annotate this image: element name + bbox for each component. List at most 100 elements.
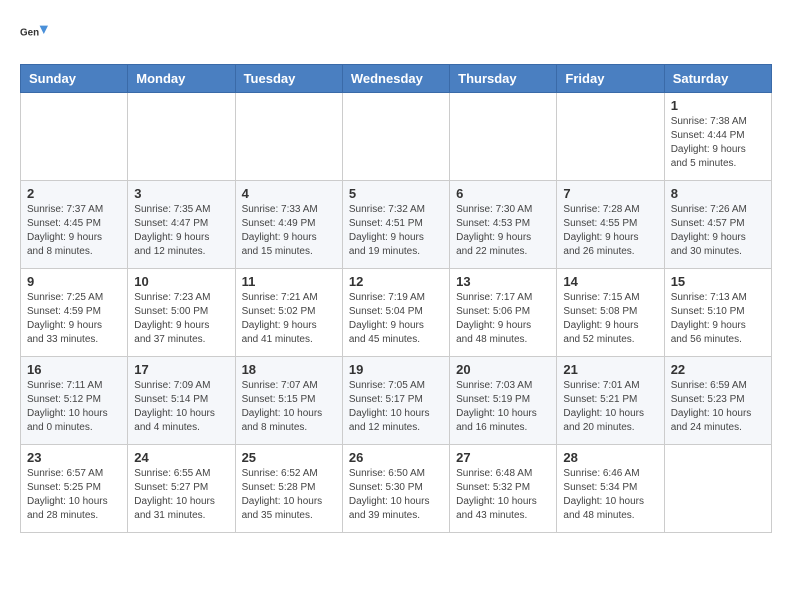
- day-number: 3: [134, 186, 228, 201]
- weekday-header-row: SundayMondayTuesdayWednesdayThursdayFrid…: [21, 65, 772, 93]
- calendar-day-cell: 2 Sunrise: 7:37 AM Sunset: 4:45 PM Daylig…: [21, 181, 128, 269]
- calendar-day-cell: 5 Sunrise: 7:32 AM Sunset: 4:51 PM Daylig…: [342, 181, 449, 269]
- logo: Gen: [20, 20, 52, 48]
- day-number: 26: [349, 450, 443, 465]
- calendar-day-cell: 7Sunrise: 7:28 AM Sunset: 4:55 PM Daylig…: [557, 181, 664, 269]
- calendar-week-row: 1 Sunrise: 7:38 AM Sunset: 4:44 PM Daylig…: [21, 93, 772, 181]
- day-info: Sunrise: 7:37 AM Sunset: 4:45 PM Dayligh…: [27, 203, 121, 259]
- day-number: 17: [134, 362, 228, 377]
- calendar-empty-cell: [664, 445, 771, 533]
- day-number: 28: [563, 450, 657, 465]
- calendar-day-cell: 21 Sunrise: 7:01 AM Sunset: 5:21 PM Dayli…: [557, 357, 664, 445]
- day-number: 13: [456, 274, 550, 289]
- calendar-week-row: 23 Sunrise: 6:57 AM Sunset: 5:25 PM Dayli…: [21, 445, 772, 533]
- calendar-day-cell: 9 Sunrise: 7:25 AM Sunset: 4:59 PM Daylig…: [21, 269, 128, 357]
- calendar-day-cell: 11 Sunrise: 7:21 AM Sunset: 5:02 PM Dayli…: [235, 269, 342, 357]
- day-number: 5: [349, 186, 443, 201]
- weekday-header-thursday: Thursday: [450, 65, 557, 93]
- calendar-day-cell: 17 Sunrise: 7:09 AM Sunset: 5:14 PM Dayli…: [128, 357, 235, 445]
- day-number: 9: [27, 274, 121, 289]
- day-info: Sunrise: 6:50 AM Sunset: 5:30 PM Dayligh…: [349, 467, 443, 523]
- day-info: Sunrise: 7:17 AM Sunset: 5:06 PM Dayligh…: [456, 291, 550, 347]
- day-info: Sunrise: 7:26 AM Sunset: 4:57 PM Dayligh…: [671, 203, 765, 259]
- calendar-day-cell: 8 Sunrise: 7:26 AM Sunset: 4:57 PM Daylig…: [664, 181, 771, 269]
- day-info: Sunrise: 7:05 AM Sunset: 5:17 PM Dayligh…: [349, 379, 443, 435]
- calendar-day-cell: 12 Sunrise: 7:19 AM Sunset: 5:04 PM Dayli…: [342, 269, 449, 357]
- calendar-empty-cell: [557, 93, 664, 181]
- day-number: 10: [134, 274, 228, 289]
- day-number: 18: [242, 362, 336, 377]
- logo-icon: Gen: [20, 20, 48, 48]
- calendar-day-cell: 4Sunrise: 7:33 AM Sunset: 4:49 PM Daylig…: [235, 181, 342, 269]
- day-number: 11: [242, 274, 336, 289]
- day-info: Sunrise: 6:48 AM Sunset: 5:32 PM Dayligh…: [456, 467, 550, 523]
- calendar-day-cell: 25 Sunrise: 6:52 AM Sunset: 5:28 PM Dayli…: [235, 445, 342, 533]
- day-number: 24: [134, 450, 228, 465]
- day-number: 6: [456, 186, 550, 201]
- weekday-header-monday: Monday: [128, 65, 235, 93]
- day-info: Sunrise: 7:15 AM Sunset: 5:08 PM Dayligh…: [563, 291, 657, 347]
- day-number: 15: [671, 274, 765, 289]
- day-number: 1: [671, 98, 765, 113]
- day-info: Sunrise: 6:52 AM Sunset: 5:28 PM Dayligh…: [242, 467, 336, 523]
- day-info: Sunrise: 7:13 AM Sunset: 5:10 PM Dayligh…: [671, 291, 765, 347]
- calendar-empty-cell: [450, 93, 557, 181]
- calendar-day-cell: 23 Sunrise: 6:57 AM Sunset: 5:25 PM Dayli…: [21, 445, 128, 533]
- calendar-empty-cell: [235, 93, 342, 181]
- day-info: Sunrise: 7:11 AM Sunset: 5:12 PM Dayligh…: [27, 379, 121, 435]
- calendar-week-row: 9 Sunrise: 7:25 AM Sunset: 4:59 PM Daylig…: [21, 269, 772, 357]
- calendar-day-cell: 19Sunrise: 7:05 AM Sunset: 5:17 PM Dayli…: [342, 357, 449, 445]
- calendar-empty-cell: [342, 93, 449, 181]
- calendar-day-cell: 3Sunrise: 7:35 AM Sunset: 4:47 PM Daylig…: [128, 181, 235, 269]
- page-header: Gen: [20, 20, 772, 48]
- calendar-day-cell: 13 Sunrise: 7:17 AM Sunset: 5:06 PM Dayli…: [450, 269, 557, 357]
- calendar-day-cell: 10 Sunrise: 7:23 AM Sunset: 5:00 PM Dayli…: [128, 269, 235, 357]
- day-info: Sunrise: 7:28 AM Sunset: 4:55 PM Dayligh…: [563, 203, 657, 259]
- calendar-day-cell: 20 Sunrise: 7:03 AM Sunset: 5:19 PM Dayli…: [450, 357, 557, 445]
- calendar-day-cell: 1 Sunrise: 7:38 AM Sunset: 4:44 PM Daylig…: [664, 93, 771, 181]
- day-number: 14: [563, 274, 657, 289]
- day-number: 20: [456, 362, 550, 377]
- day-info: Sunrise: 7:30 AM Sunset: 4:53 PM Dayligh…: [456, 203, 550, 259]
- day-info: Sunrise: 7:19 AM Sunset: 5:04 PM Dayligh…: [349, 291, 443, 347]
- weekday-header-wednesday: Wednesday: [342, 65, 449, 93]
- calendar-week-row: 16Sunrise: 7:11 AM Sunset: 5:12 PM Dayli…: [21, 357, 772, 445]
- weekday-header-saturday: Saturday: [664, 65, 771, 93]
- calendar-day-cell: 28 Sunrise: 6:46 AM Sunset: 5:34 PM Dayli…: [557, 445, 664, 533]
- calendar-day-cell: 27 Sunrise: 6:48 AM Sunset: 5:32 PM Dayli…: [450, 445, 557, 533]
- day-number: 25: [242, 450, 336, 465]
- weekday-header-tuesday: Tuesday: [235, 65, 342, 93]
- day-number: 23: [27, 450, 121, 465]
- day-info: Sunrise: 6:57 AM Sunset: 5:25 PM Dayligh…: [27, 467, 121, 523]
- day-info: Sunrise: 7:21 AM Sunset: 5:02 PM Dayligh…: [242, 291, 336, 347]
- weekday-header-friday: Friday: [557, 65, 664, 93]
- day-info: Sunrise: 7:25 AM Sunset: 4:59 PM Dayligh…: [27, 291, 121, 347]
- day-number: 12: [349, 274, 443, 289]
- calendar-day-cell: 16Sunrise: 7:11 AM Sunset: 5:12 PM Dayli…: [21, 357, 128, 445]
- day-info: Sunrise: 7:32 AM Sunset: 4:51 PM Dayligh…: [349, 203, 443, 259]
- calendar-day-cell: 18 Sunrise: 7:07 AM Sunset: 5:15 PM Dayli…: [235, 357, 342, 445]
- day-info: Sunrise: 7:23 AM Sunset: 5:00 PM Dayligh…: [134, 291, 228, 347]
- weekday-header-sunday: Sunday: [21, 65, 128, 93]
- calendar-day-cell: 14 Sunrise: 7:15 AM Sunset: 5:08 PM Dayli…: [557, 269, 664, 357]
- calendar-empty-cell: [21, 93, 128, 181]
- day-info: Sunrise: 6:46 AM Sunset: 5:34 PM Dayligh…: [563, 467, 657, 523]
- svg-text:Gen: Gen: [20, 27, 39, 38]
- day-info: Sunrise: 7:33 AM Sunset: 4:49 PM Dayligh…: [242, 203, 336, 259]
- day-info: Sunrise: 6:55 AM Sunset: 5:27 PM Dayligh…: [134, 467, 228, 523]
- calendar-week-row: 2 Sunrise: 7:37 AM Sunset: 4:45 PM Daylig…: [21, 181, 772, 269]
- day-number: 22: [671, 362, 765, 377]
- day-number: 27: [456, 450, 550, 465]
- day-info: Sunrise: 7:09 AM Sunset: 5:14 PM Dayligh…: [134, 379, 228, 435]
- day-info: Sunrise: 7:07 AM Sunset: 5:15 PM Dayligh…: [242, 379, 336, 435]
- day-info: Sunrise: 7:01 AM Sunset: 5:21 PM Dayligh…: [563, 379, 657, 435]
- calendar-day-cell: 22Sunrise: 6:59 AM Sunset: 5:23 PM Dayli…: [664, 357, 771, 445]
- day-number: 8: [671, 186, 765, 201]
- day-number: 2: [27, 186, 121, 201]
- calendar-day-cell: 26 Sunrise: 6:50 AM Sunset: 5:30 PM Dayli…: [342, 445, 449, 533]
- calendar-table: SundayMondayTuesdayWednesdayThursdayFrid…: [20, 64, 772, 533]
- day-info: Sunrise: 7:38 AM Sunset: 4:44 PM Dayligh…: [671, 115, 765, 171]
- day-info: Sunrise: 7:03 AM Sunset: 5:19 PM Dayligh…: [456, 379, 550, 435]
- day-number: 21: [563, 362, 657, 377]
- calendar-day-cell: 24 Sunrise: 6:55 AM Sunset: 5:27 PM Dayli…: [128, 445, 235, 533]
